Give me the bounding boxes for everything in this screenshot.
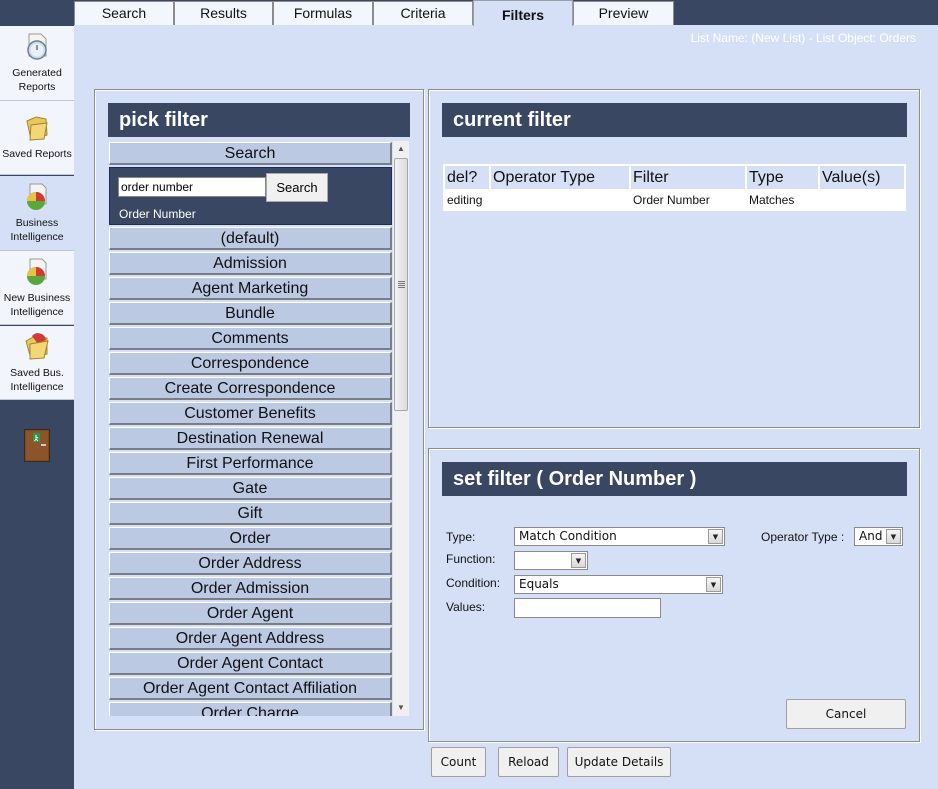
table-row[interactable]: editing Order Number Matches — [445, 191, 904, 209]
condition-select[interactable]: Equals ▼ — [514, 575, 723, 594]
tab-preview[interactable]: Preview — [573, 1, 674, 25]
cancel-button[interactable]: Cancel — [786, 699, 906, 729]
sidebar-item-business-intelligence[interactable]: Business Intelligence — [0, 176, 74, 251]
scroll-down-icon[interactable]: ▼ — [397, 703, 405, 712]
cell-type: Matches — [747, 191, 818, 209]
list-name-label: List Name: (New List) - List Object: Ord… — [690, 31, 916, 45]
filter-category-item[interactable]: Order Address — [109, 552, 392, 575]
count-button[interactable]: Count — [431, 747, 486, 777]
exit-door-icon[interactable] — [24, 429, 50, 462]
sidebar-item-label: Generated Reports — [12, 67, 62, 93]
filter-category-item[interactable]: Order Agent Contact Affiliation — [109, 677, 392, 700]
pie-chart-folder-icon — [25, 333, 49, 360]
sidebar-item-label: Business Intelligence — [10, 217, 64, 243]
filter-category-item[interactable]: Destination Renewal — [109, 427, 392, 450]
set-filter-title: set filter ( Order Number ) — [442, 462, 907, 496]
current-filter-panel — [428, 89, 920, 428]
sidebar-item-label: Saved Bus. Intelligence — [10, 367, 64, 393]
tab-criteria[interactable]: Criteria — [373, 1, 473, 25]
filter-category-item[interactable]: Bundle — [109, 302, 392, 325]
column-header-filter: Filter — [631, 166, 745, 189]
cell-filter: Order Number — [631, 191, 745, 209]
pie-chart-document-icon — [27, 183, 47, 210]
tab-search[interactable]: Search — [74, 1, 174, 25]
filter-search-input[interactable] — [118, 177, 266, 197]
filter-category-item[interactable]: Order Charge — [109, 702, 392, 716]
filter-list-scrollbar[interactable]: ▲ ▼ — [393, 141, 409, 716]
filter-category-item[interactable]: Correspondence — [109, 352, 392, 375]
current-filter-table: del? Operator Type Filter Type Value(s) … — [443, 164, 906, 211]
scroll-up-icon[interactable]: ▲ — [397, 144, 405, 153]
sidebar-item-saved-reports[interactable]: Saved Reports — [0, 101, 74, 175]
reload-button[interactable]: Reload — [498, 747, 559, 777]
folder-icon — [26, 116, 48, 141]
sidebar-item-label: Saved Reports — [2, 148, 72, 160]
filter-category-item[interactable]: Customer Benefits — [109, 402, 392, 425]
filter-category-item[interactable]: Order Agent — [109, 602, 392, 625]
sidebar-item-label: New Business Intelligence — [3, 292, 71, 318]
filter-category-list: Search Search Order Number (default)Admi… — [108, 141, 408, 716]
values-label: Values: — [446, 600, 486, 614]
pick-filter-title: pick filter — [108, 103, 410, 137]
tab-filters[interactable]: Filters — [473, 0, 573, 26]
current-filter-title: current filter — [442, 103, 907, 137]
filter-category-item[interactable]: Admission — [109, 252, 392, 275]
sidebar-item-generated-reports[interactable]: Generated Reports — [0, 26, 74, 101]
sidebar-item-saved-bus-intelligence[interactable]: Saved Bus. Intelligence — [0, 326, 74, 400]
tab-formulas[interactable]: Formulas — [273, 1, 373, 25]
search-result-order-number[interactable]: Order Number — [119, 207, 196, 221]
filter-category-item[interactable]: Create Correspondence — [109, 377, 392, 400]
tab-results[interactable]: Results — [174, 1, 273, 25]
column-header-operator-type: Operator Type — [491, 166, 629, 189]
type-select[interactable]: Match Condition ▼ — [514, 527, 725, 546]
filter-category-item[interactable]: Agent Marketing — [109, 277, 392, 300]
operator-type-value: And — [859, 529, 883, 543]
cell-del[interactable]: editing — [445, 191, 489, 209]
condition-select-value: Equals — [519, 577, 559, 591]
sidebar: Generated Reports Saved Reports Business… — [0, 0, 74, 789]
column-header-values: Value(s) — [820, 166, 904, 189]
values-input[interactable] — [514, 598, 661, 618]
filter-category-item[interactable]: Order Admission — [109, 577, 392, 600]
filter-category-item[interactable]: Order Agent Contact — [109, 652, 392, 675]
filter-category-item[interactable]: First Performance — [109, 452, 392, 475]
function-label: Function: — [446, 552, 496, 566]
chevron-down-icon: ▼ — [571, 553, 586, 568]
type-select-value: Match Condition — [519, 529, 617, 543]
scroll-thumb[interactable] — [394, 158, 408, 411]
filter-category-item[interactable]: (default) — [109, 227, 392, 250]
chevron-down-icon: ▼ — [708, 529, 723, 544]
filter-category-item[interactable]: Order — [109, 527, 392, 550]
chevron-down-icon: ▼ — [886, 529, 901, 544]
column-header-del: del? — [445, 166, 489, 189]
operator-type-select[interactable]: And ▼ — [854, 527, 903, 546]
update-details-button[interactable]: Update Details — [567, 747, 671, 777]
pie-chart-document-icon — [27, 258, 47, 285]
filter-category-item[interactable]: Gift — [109, 502, 392, 525]
cell-values — [820, 191, 904, 209]
filter-category-item[interactable]: Comments — [109, 327, 392, 350]
search-button[interactable]: Search — [266, 173, 328, 202]
chevron-down-icon: ▼ — [706, 577, 721, 592]
search-box: Search Order Number — [109, 167, 392, 225]
operator-type-label: Operator Type : — [761, 530, 845, 544]
cell-operator-type — [491, 191, 629, 209]
filter-category-item[interactable]: Order Agent Address — [109, 627, 392, 650]
function-select[interactable]: ▼ — [514, 551, 588, 570]
condition-label: Condition: — [446, 576, 501, 590]
search-header[interactable]: Search — [109, 142, 392, 165]
filter-category-item[interactable]: Gate — [109, 477, 392, 500]
sidebar-item-new-business-intelligence[interactable]: New Business Intelligence — [0, 251, 74, 325]
tab-bar: Search Results Formulas Criteria Filters… — [74, 0, 938, 26]
type-label: Type: — [446, 530, 476, 544]
report-clock-icon — [27, 33, 47, 60]
column-header-type: Type — [747, 166, 818, 189]
